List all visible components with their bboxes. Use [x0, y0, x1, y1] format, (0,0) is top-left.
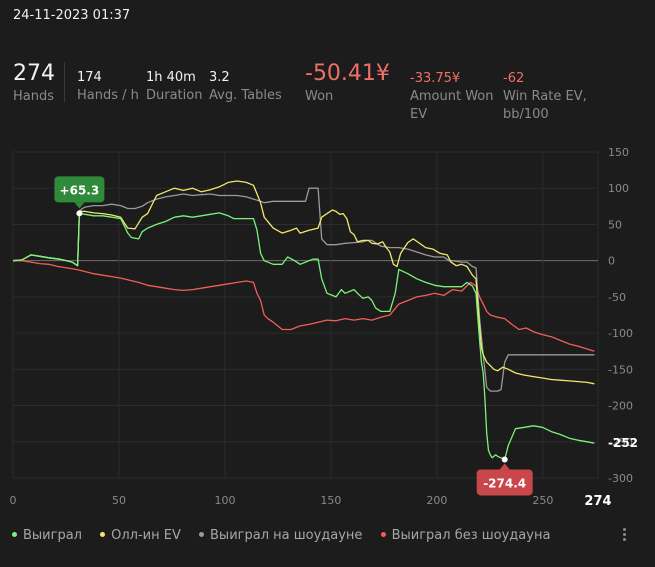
- y-tick-label: -200: [608, 400, 633, 413]
- y-tick-label: -100: [608, 327, 633, 340]
- min-annotation-label: -274.4: [483, 476, 526, 490]
- stat-hands-label: Hands: [13, 89, 55, 104]
- legend-dot-showdown: [199, 532, 205, 537]
- legend-label-won: Выиграл: [23, 528, 82, 543]
- stat-duration: 1h 40m Duration: [146, 60, 202, 105]
- x-tick-label: 100: [214, 494, 235, 507]
- legend-dot-non-showdown: [380, 532, 386, 537]
- legend-item-showdown[interactable]: Выиграл на шоудауне: [199, 528, 362, 543]
- series-line-3: [13, 260, 595, 352]
- y-tick-label: 100: [608, 182, 629, 195]
- stat-amount-won-ev-label-1: Amount Won: [410, 89, 494, 104]
- stat-hands-value: 274: [13, 61, 55, 86]
- profit-chart[interactable]: 150100500-50-100-150-200-250-3000 50 100 15…: [0, 140, 655, 520]
- y-tick-label: -50: [608, 291, 626, 304]
- stat-avg-tables-label: Avg. Tables: [209, 88, 282, 103]
- stat-hands: 274 Hands: [13, 60, 55, 106]
- stat-hands-per-hour: 174 Hands / h: [77, 60, 139, 105]
- stat-avg-tables: 3.2 Avg. Tables: [209, 60, 282, 105]
- legend-item-won[interactable]: Выиграл: [12, 528, 82, 543]
- y-tick-label: 150: [608, 146, 629, 159]
- legend-dot-allin-ev: [100, 532, 106, 537]
- series-line-0: [12, 212, 595, 461]
- x-tick-label: 250: [532, 494, 553, 507]
- max-point-marker: [76, 210, 83, 217]
- stat-hands-per-hour-label: Hands / h: [77, 88, 139, 103]
- legend-label-non-showdown: Выиграл без шоудауна: [391, 528, 551, 543]
- stat-won: -50.41¥ Won: [305, 60, 390, 106]
- stat-duration-value: 1h 40m: [146, 70, 196, 85]
- stat-win-rate-ev: -62 Win Rate EV, bb/100: [503, 60, 587, 124]
- stat-win-rate-ev-label-2: bb/100: [503, 107, 549, 122]
- stat-amount-won-ev-value: -33.75¥: [410, 71, 461, 86]
- chart-legend: Выиграл Олл-ин EV Выиграл на шоудауне Вы…: [12, 528, 564, 543]
- legend-label-showdown: Выиграл на шоудауне: [210, 528, 363, 543]
- min-point-marker: [501, 456, 508, 463]
- legend-item-allin-ev[interactable]: Олл-ин EV: [100, 528, 181, 543]
- stat-win-rate-ev-label-1: Win Rate EV,: [503, 89, 587, 104]
- x-tick-label: 0: [10, 494, 17, 507]
- stat-amount-won-ev-label-2: EV: [410, 107, 428, 122]
- x-tick-label: 200: [426, 494, 447, 507]
- more-vertical-icon[interactable]: [620, 526, 628, 544]
- stats-divider: [64, 62, 65, 102]
- stat-avg-tables-value: 3.2: [209, 70, 230, 85]
- y-tick-label: 0: [608, 255, 615, 268]
- stat-amount-won-ev: -33.75¥ Amount Won EV: [410, 60, 494, 124]
- datetime: 24-11-2023 01:37: [13, 8, 131, 23]
- series-line-2: [12, 187, 595, 392]
- legend-item-non-showdown[interactable]: Выиграл без шоудауна: [380, 528, 551, 543]
- stat-won-label: Won: [305, 89, 334, 104]
- legend-dot-won: [12, 532, 17, 537]
- series-end-label: -252: [608, 436, 638, 450]
- stat-hands-per-hour-value: 174: [77, 70, 102, 85]
- stats-bar: 274 Hands 174 Hands / h 1h 40m Duration …: [0, 60, 655, 130]
- x-tick-label: 150: [320, 494, 341, 507]
- x-end-label: 274: [584, 494, 611, 509]
- y-tick-label: -300: [608, 472, 633, 485]
- max-badge-pointer: [74, 202, 85, 209]
- y-tick-label: -150: [608, 363, 633, 376]
- legend-label-allin-ev: Олл-ин EV: [111, 528, 181, 543]
- stat-duration-label: Duration: [146, 88, 203, 103]
- y-tick-label: 50: [608, 218, 622, 231]
- min-badge-pointer: [499, 463, 510, 470]
- x-tick-label: 50: [112, 494, 126, 507]
- series-line-1: [12, 180, 595, 385]
- stat-won-value: -50.41¥: [305, 61, 390, 86]
- max-annotation-label: +65.3: [60, 183, 100, 197]
- stat-win-rate-ev-value: -62: [503, 71, 525, 86]
